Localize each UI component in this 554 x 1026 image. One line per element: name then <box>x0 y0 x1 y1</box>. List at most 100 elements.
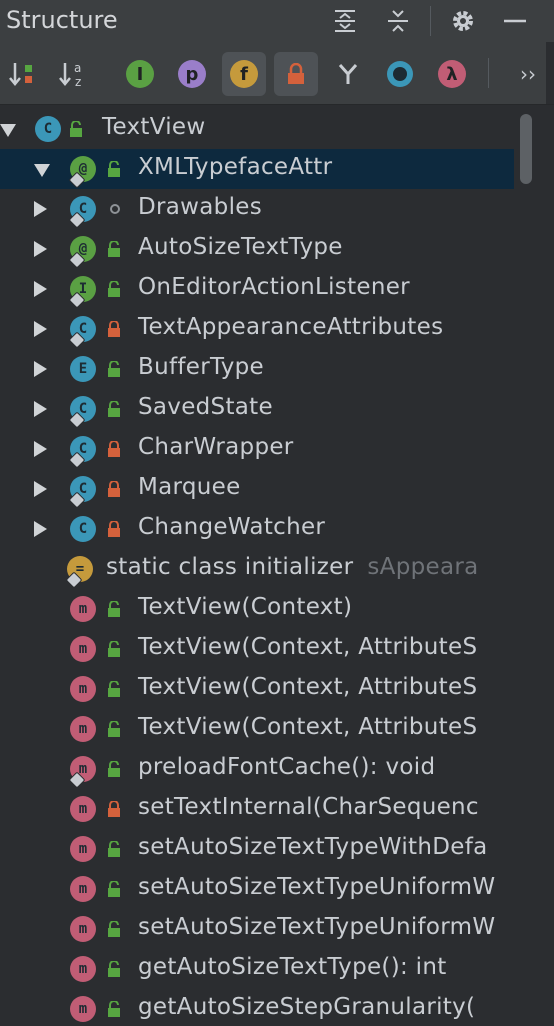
expand-arrow-icon[interactable] <box>34 481 47 497</box>
tree-row[interactable]: m setAutoSizeTextTypeWithDefa <box>0 829 514 869</box>
tree-row-label: setAutoSizeTextTypeWithDefa <box>138 834 487 860</box>
tree-row[interactable]: C Marquee <box>0 469 514 509</box>
tree-row[interactable]: m getAutoSizeTextType(): int <box>0 949 514 989</box>
method-icon: m <box>70 596 96 622</box>
enum-icon: E <box>70 356 96 382</box>
tree-row[interactable]: m getAutoSizeStepGranularity( <box>0 989 514 1026</box>
tree-row[interactable]: m preloadFontCache(): void <box>0 749 514 789</box>
tree-row[interactable]: C CharWrapper <box>0 429 514 469</box>
expand-arrow-icon[interactable] <box>34 321 47 337</box>
tree-row[interactable]: @ XMLTypefaceAttr <box>0 149 514 189</box>
private-lock-icon <box>108 801 120 817</box>
expand-arrow-icon[interactable] <box>34 401 47 417</box>
tree-row-label: preloadFontCache(): void <box>138 754 435 780</box>
lambda-glyph-icon: λ <box>438 60 466 88</box>
collapse-arrow-icon[interactable] <box>34 164 50 177</box>
tree-row[interactable]: m TextView(Context, AttributeS <box>0 669 514 709</box>
more-tools-button[interactable]: ›› <box>506 52 550 96</box>
tree-row[interactable]: C SavedState <box>0 389 514 429</box>
public-unlock-icon <box>108 641 120 657</box>
tree-row-label: setAutoSizeTextTypeUniformW <box>138 874 495 900</box>
tree-row-text: Drawables <box>138 194 262 220</box>
method-icon: m <box>70 636 96 662</box>
expand-arrow-icon[interactable] <box>34 521 47 537</box>
class-icon: C <box>70 516 96 542</box>
show-properties-icon[interactable]: p <box>170 52 214 96</box>
tree-row[interactable]: m setTextInternal(CharSequenc <box>0 789 514 829</box>
tree-row[interactable]: m setAutoSizeTextTypeUniformW <box>0 909 514 949</box>
method-icon: m <box>70 876 96 902</box>
expand-arrow-icon[interactable] <box>34 361 47 377</box>
show-lambdas-icon[interactable]: λ <box>430 52 474 96</box>
package-private-icon <box>110 204 120 214</box>
expand-arrow-icon[interactable] <box>0 124 16 137</box>
sort-alphabetically-icon[interactable]: a z <box>52 52 96 96</box>
structure-titlebar: Structure <box>0 0 554 42</box>
tree-row-text: AutoSizeTextType <box>138 234 343 260</box>
private-lock-icon <box>108 481 120 497</box>
tree-row-label: static class initializer sAppeara <box>106 554 479 580</box>
sort-by-visibility-icon[interactable] <box>2 52 46 96</box>
tree-row[interactable]: @ AutoSizeTextType <box>0 229 514 269</box>
tree-row-label: setAutoSizeTextTypeUniformW <box>138 914 495 940</box>
public-unlock-icon <box>108 361 120 377</box>
collapse-all-icon[interactable] <box>381 4 415 38</box>
tree-row[interactable]: m TextView(Context, AttributeS <box>0 709 514 749</box>
svg-text:a: a <box>74 61 81 75</box>
tree-row[interactable]: I OnEditorActionListener <box>0 269 514 309</box>
tree-row-text: Marquee <box>138 474 241 500</box>
expand-all-icon[interactable] <box>328 4 362 38</box>
tree-row-label: AutoSizeTextType <box>138 234 343 260</box>
tree-row[interactable]: m setAutoSizeTextTypeUniformW <box>0 869 514 909</box>
tree-row-text: ChangeWatcher <box>138 514 326 540</box>
tree-row-text: TextView(Context, AttributeS <box>138 714 478 740</box>
expand-arrow-icon[interactable] <box>34 441 47 457</box>
show-inherited-icon[interactable]: I <box>118 52 162 96</box>
tree-row-text: TextView(Context) <box>138 594 353 620</box>
fields-glyph-icon: f <box>230 60 258 88</box>
tree-row-label: setTextInternal(CharSequenc <box>138 794 479 820</box>
tree-row-label: TextView(Context, AttributeS <box>138 674 477 700</box>
method-icon: m <box>70 996 96 1022</box>
show-fields-icon[interactable]: f <box>222 52 266 96</box>
gear-icon[interactable] <box>446 4 480 38</box>
structure-tree[interactable]: C TextView @ XMLTypefaceAttr C Drawables @ Au… <box>0 105 554 1026</box>
tree-row[interactable]: C ChangeWatcher <box>0 509 514 549</box>
tree-row[interactable]: = static class initializer sAppeara <box>0 549 514 589</box>
tree-row-text: CharWrapper <box>138 434 294 460</box>
tree-row-text: TextView(Context, AttributeS <box>138 674 478 700</box>
public-unlock-icon <box>108 281 120 297</box>
method-icon: m <box>70 716 96 742</box>
tree-scrollbar[interactable] <box>520 114 532 184</box>
panel-title: Structure <box>6 6 118 34</box>
tree-row-label: Drawables <box>138 194 262 220</box>
public-unlock-icon <box>108 841 120 857</box>
toolbar-edge <box>546 42 554 104</box>
expand-arrow-icon[interactable] <box>34 241 47 257</box>
tree-row-label: BufferType <box>138 354 264 380</box>
tree-root-row[interactable]: C TextView <box>0 109 514 149</box>
tree-row-label: TextAppearanceAttributes <box>138 314 443 340</box>
expand-arrow-icon[interactable] <box>34 201 47 217</box>
tree-row-text: TextAppearanceAttributes <box>138 314 444 340</box>
show-anonymous-icon[interactable] <box>326 52 370 96</box>
tree-row[interactable]: E BufferType <box>0 349 514 389</box>
tree-root-label: TextView <box>102 114 206 140</box>
inherited-glyph-icon: I <box>126 60 154 88</box>
structure-toolbar: a z I p f λ ›› <box>0 42 554 105</box>
expand-arrow-icon[interactable] <box>34 281 47 297</box>
tree-row[interactable]: C Drawables <box>0 189 514 229</box>
minimize-icon[interactable] <box>498 4 532 38</box>
tree-row[interactable]: m TextView(Context, AttributeS <box>0 629 514 669</box>
tree-row[interactable]: m TextView(Context) <box>0 589 514 629</box>
tree-row-text: setTextInternal(CharSequenc <box>138 794 479 820</box>
method-icon: m <box>70 916 96 942</box>
method-icon: m <box>70 836 96 862</box>
method-icon: m <box>70 676 96 702</box>
show-members-icon[interactable] <box>378 52 422 96</box>
tree-row-label: Marquee <box>138 474 241 500</box>
svg-text:z: z <box>75 75 81 89</box>
show-non-public-icon[interactable] <box>274 52 318 96</box>
public-unlock-icon <box>108 961 120 977</box>
tree-row[interactable]: C TextAppearanceAttributes <box>0 309 514 349</box>
